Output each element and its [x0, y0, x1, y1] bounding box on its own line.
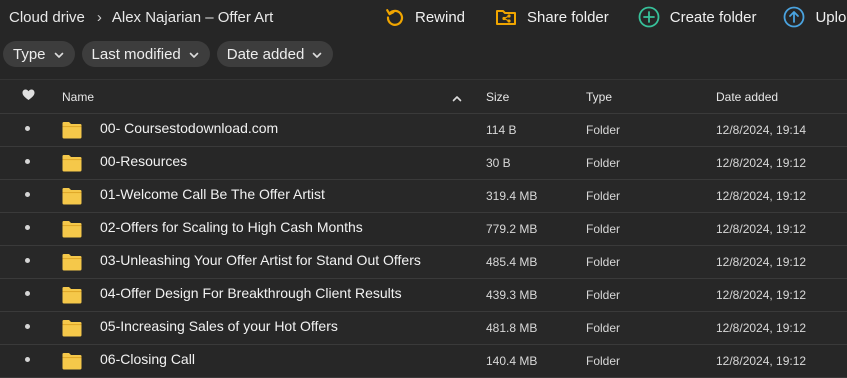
folder-icon — [62, 286, 82, 309]
upload-button[interactable]: Upload... — [783, 6, 847, 28]
folder-icon — [62, 253, 82, 276]
file-size: 140.4 MB — [486, 354, 538, 368]
chevron-right-icon: › — [96, 9, 102, 26]
file-name: 00- Coursestodownload.com — [100, 120, 279, 136]
create-folder-label: Create folder — [669, 8, 757, 26]
file-size: 485.4 MB — [486, 255, 538, 269]
toolbar: Rewind Share folder Create folder Uplo — [385, 6, 847, 28]
folder-icon — [62, 352, 82, 375]
row-status-dot — [25, 324, 30, 329]
file-type: Folder — [586, 123, 621, 137]
file-name: 04-Offer Design For Breakthrough Client … — [100, 285, 402, 301]
file-date-added: 12/8/2024, 19:14 — [716, 123, 807, 137]
file-name: 01-Welcome Call Be The Offer Artist — [100, 186, 325, 202]
file-date-added: 12/8/2024, 19:12 — [716, 189, 807, 203]
rewind-icon — [385, 7, 405, 27]
breadcrumb-current: Alex Najarian – Offer Art — [111, 9, 274, 26]
top-bar: Cloud drive › Alex Najarian – Offer Art … — [0, 0, 847, 36]
row-status-dot — [25, 258, 30, 263]
file-date-added: 12/8/2024, 19:12 — [716, 288, 807, 302]
filter-type-label: Type — [13, 45, 46, 63]
table-row[interactable]: 05-Increasing Sales of your Hot Offers 4… — [0, 312, 847, 345]
table-row[interactable]: 02-Offers for Scaling to High Cash Month… — [0, 213, 847, 246]
row-status-dot — [25, 159, 30, 164]
file-name: 02-Offers for Scaling to High Cash Month… — [100, 219, 363, 235]
heart-icon[interactable] — [22, 89, 35, 104]
filter-date-added-label: Date added — [226, 45, 305, 63]
filter-last-modified-label: Last modified — [91, 45, 181, 63]
file-type: Folder — [586, 189, 621, 203]
table-row[interactable]: 00- Coursestodownload.com 114 B Folder 1… — [0, 114, 847, 147]
file-date-added: 12/8/2024, 19:12 — [716, 321, 807, 335]
table-header: Name Size Type Date added — [0, 79, 847, 114]
rewind-label: Rewind — [415, 8, 466, 26]
folder-icon — [62, 121, 82, 144]
chevron-down-icon — [54, 46, 64, 63]
table-row[interactable]: 06-Closing Call 140.4 MB Folder 12/8/202… — [0, 345, 847, 378]
row-status-dot — [25, 192, 30, 197]
file-type: Folder — [586, 288, 621, 302]
file-date-added: 12/8/2024, 19:12 — [716, 255, 807, 269]
column-header-size[interactable]: Size — [486, 90, 509, 104]
column-header-date-added[interactable]: Date added — [716, 90, 778, 104]
file-type: Folder — [586, 255, 621, 269]
breadcrumb: Cloud drive › Alex Najarian – Offer Art — [9, 9, 273, 26]
folder-icon — [62, 220, 82, 243]
filter-last-modified[interactable]: Last modified — [81, 41, 210, 67]
share-folder-label: Share folder — [527, 8, 609, 26]
folder-icon — [62, 187, 82, 210]
column-header-name[interactable]: Name — [62, 90, 94, 104]
row-status-dot — [25, 357, 30, 362]
table-row[interactable]: 03-Unleashing Your Offer Artist for Stan… — [0, 246, 847, 279]
rewind-button[interactable]: Rewind — [385, 7, 465, 27]
table-row[interactable]: 04-Offer Design For Breakthrough Client … — [0, 279, 847, 312]
table-row[interactable]: 00-Resources 30 B Folder 12/8/2024, 19:1… — [0, 147, 847, 180]
breadcrumb-root[interactable]: Cloud drive — [9, 9, 85, 26]
table-row[interactable]: 01-Welcome Call Be The Offer Artist 319.… — [0, 180, 847, 213]
file-name: 00-Resources — [100, 153, 188, 169]
file-table: Name Size Type Date added 00- Coursestod… — [0, 79, 847, 378]
plus-circle-icon — [638, 6, 660, 28]
table-body: 00- Coursestodownload.com 114 B Folder 1… — [0, 114, 847, 378]
create-folder-button[interactable]: Create folder — [638, 6, 757, 28]
column-header-type[interactable]: Type — [586, 90, 612, 104]
file-date-added: 12/8/2024, 19:12 — [716, 354, 807, 368]
file-size: 114 B — [486, 123, 517, 137]
row-status-dot — [25, 126, 30, 131]
chevron-down-icon — [312, 46, 322, 63]
file-type: Folder — [586, 156, 621, 170]
share-folder-icon — [495, 7, 517, 27]
file-size: 439.3 MB — [486, 288, 538, 302]
filter-bar: Type Last modified Date added — [3, 41, 340, 67]
file-size: 319.4 MB — [486, 189, 538, 203]
filter-type[interactable]: Type — [3, 41, 75, 67]
file-type: Folder — [586, 321, 621, 335]
upload-label: Upload... — [815, 8, 847, 26]
file-size: 30 B — [486, 156, 511, 170]
file-name: 03-Unleashing Your Offer Artist for Stan… — [100, 252, 421, 268]
file-date-added: 12/8/2024, 19:12 — [716, 222, 807, 236]
file-date-added: 12/8/2024, 19:12 — [716, 156, 807, 170]
row-status-dot — [25, 291, 30, 296]
file-type: Folder — [586, 222, 621, 236]
row-status-dot — [25, 225, 30, 230]
file-type: Folder — [586, 354, 621, 368]
file-name: 05-Increasing Sales of your Hot Offers — [100, 318, 338, 334]
sort-ascending-icon[interactable] — [452, 91, 462, 105]
file-size: 779.2 MB — [486, 222, 538, 236]
chevron-down-icon — [189, 46, 199, 63]
folder-icon — [62, 319, 82, 342]
filter-date-added[interactable]: Date added — [216, 41, 334, 67]
file-size: 481.8 MB — [486, 321, 538, 335]
upload-icon — [783, 6, 805, 28]
share-folder-button[interactable]: Share folder — [495, 7, 609, 27]
folder-icon — [62, 154, 82, 177]
